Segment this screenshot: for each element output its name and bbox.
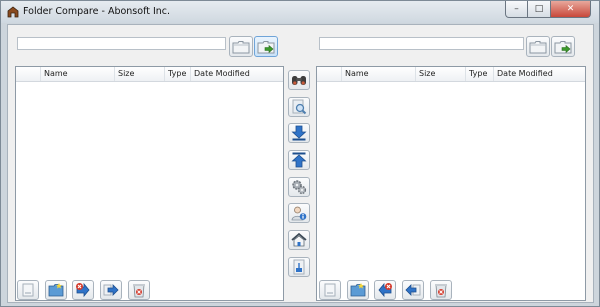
upload-button[interactable]	[288, 150, 310, 170]
home-button[interactable]	[288, 230, 310, 250]
trash-icon	[435, 284, 447, 298]
minimize-button[interactable]: –	[505, 1, 528, 18]
app-logo-icon	[7, 6, 19, 18]
folder-icon	[232, 40, 250, 53]
user-info-icon	[291, 206, 307, 221]
close-button[interactable]: ✕	[551, 1, 591, 18]
close-icon: ✕	[566, 4, 575, 14]
about-button[interactable]	[288, 203, 310, 223]
right-copy-left-button[interactable]	[402, 280, 424, 300]
right-col-name[interactable]: Name	[342, 67, 416, 81]
gears-icon	[292, 180, 307, 195]
download-button[interactable]	[288, 123, 310, 143]
arrow-down-icon	[291, 125, 307, 141]
main-area: Name Size Type Date Modified Name Size T…	[7, 24, 594, 303]
right-file-list[interactable]: Name Size Type Date Modified	[316, 66, 586, 301]
left-path-input[interactable]	[17, 37, 226, 50]
home-icon	[291, 232, 307, 247]
magnifier-icon	[292, 99, 307, 115]
left-col-size[interactable]: Size	[115, 67, 165, 81]
trash-icon	[133, 284, 145, 298]
left-col-date[interactable]: Date Modified	[191, 67, 283, 81]
maximize-icon: □	[534, 4, 544, 14]
left-go-button[interactable]	[254, 36, 278, 57]
left-col-blank[interactable]	[16, 67, 41, 81]
right-path-input[interactable]	[319, 37, 524, 50]
right-col-size[interactable]: Size	[416, 67, 466, 81]
new-doc-icon	[22, 283, 34, 297]
left-col-type[interactable]: Type	[165, 67, 191, 81]
left-delete-copy-button[interactable]	[72, 280, 94, 300]
minimize-icon: –	[514, 4, 519, 14]
exit-icon	[293, 259, 305, 275]
right-go-button[interactable]	[551, 36, 575, 57]
new-folder-icon	[48, 283, 64, 297]
right-col-type[interactable]: Type	[466, 67, 494, 81]
binoculars-icon	[292, 76, 306, 85]
folder-go-icon	[554, 40, 572, 53]
right-browse-button[interactable]	[526, 36, 550, 57]
compare-button[interactable]	[288, 70, 310, 90]
right-new-folder-button[interactable]	[347, 280, 369, 300]
folder-icon	[529, 40, 547, 53]
right-new-button[interactable]	[319, 280, 341, 300]
right-col-date[interactable]: Date Modified	[494, 67, 585, 81]
app-window: Folder Compare - Abonsoft Inc. – □ ✕ Nam…	[0, 0, 600, 307]
left-browse-button[interactable]	[229, 36, 253, 57]
left-col-name[interactable]: Name	[41, 67, 115, 81]
new-folder-icon	[350, 283, 366, 297]
new-doc-icon	[324, 283, 336, 297]
window-title: Folder Compare - Abonsoft Inc.	[23, 6, 171, 17]
right-trash-button[interactable]	[430, 280, 452, 300]
folder-go-icon	[257, 40, 275, 53]
left-file-list[interactable]: Name Size Type Date Modified	[15, 66, 284, 301]
settings-button[interactable]	[288, 177, 310, 197]
left-new-button[interactable]	[17, 280, 39, 300]
maximize-button[interactable]: □	[528, 1, 551, 18]
left-trash-button[interactable]	[128, 280, 150, 300]
exit-button[interactable]	[288, 257, 310, 277]
delete-copy-icon	[378, 282, 392, 298]
right-delete-copy-button[interactable]	[374, 280, 396, 300]
left-new-folder-button[interactable]	[45, 280, 67, 300]
find-button[interactable]	[288, 97, 310, 117]
delete-copy-icon	[76, 282, 90, 298]
left-list-header: Name Size Type Date Modified	[16, 67, 283, 82]
arrow-up-icon	[291, 152, 307, 168]
title-bar[interactable]: Folder Compare - Abonsoft Inc. – □ ✕	[1, 1, 599, 23]
left-copy-right-button[interactable]	[100, 280, 122, 300]
right-list-header: Name Size Type Date Modified	[317, 67, 585, 82]
copy-left-icon	[405, 284, 421, 296]
copy-right-icon	[103, 284, 119, 296]
right-col-blank[interactable]	[317, 67, 342, 81]
